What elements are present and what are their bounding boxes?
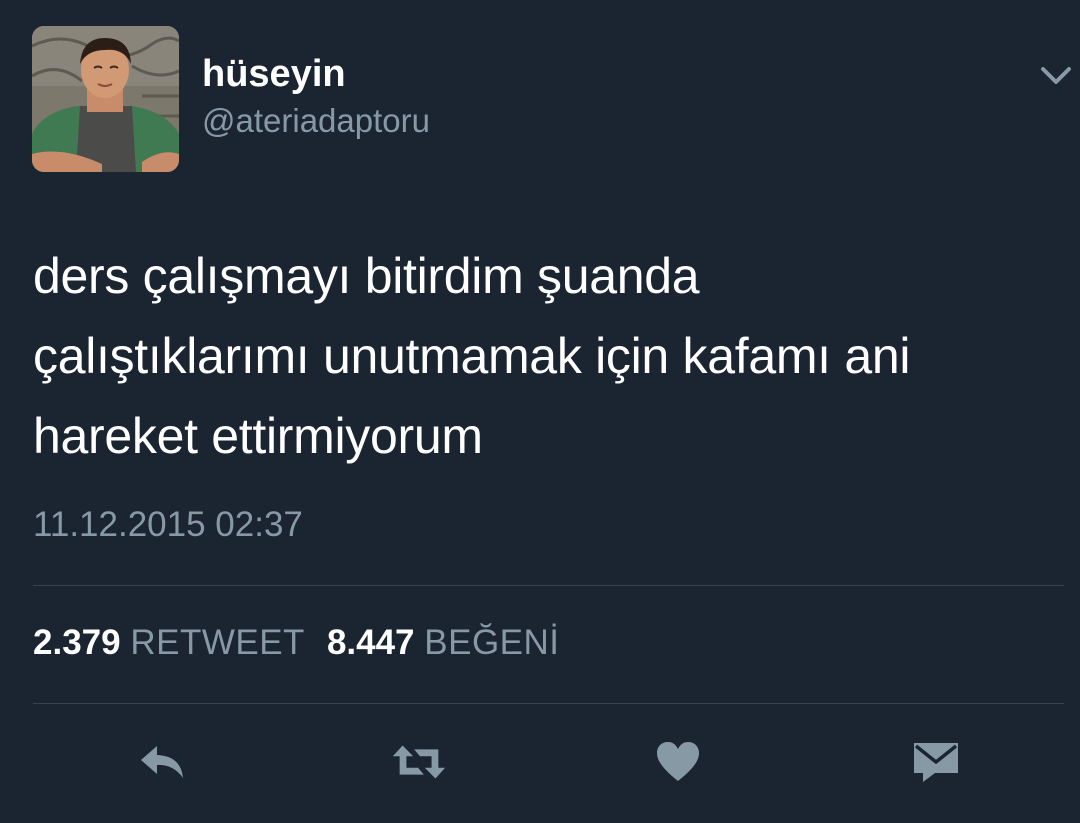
avatar-image (32, 26, 179, 172)
retweet-count[interactable]: 2.379 RETWEET (33, 622, 305, 664)
direct-message-button[interactable] (906, 735, 966, 789)
envelope-icon (914, 743, 958, 782)
tweet-timestamp[interactable]: 11.12.2015 02:37 (33, 504, 303, 546)
avatar[interactable] (32, 26, 179, 172)
tweet-text-line: ders çalışmayı bitirdim şuanda (33, 248, 700, 304)
tweet-text-line: çalıştıklarımı unutmamak için kafamı ani (33, 328, 911, 384)
retweet-count-label: RETWEET (130, 623, 305, 662)
chevron-down-icon[interactable] (1036, 60, 1076, 94)
retweet-icon (392, 745, 446, 779)
divider (33, 585, 1064, 586)
like-count-value: 8.447 (326, 623, 415, 662)
reply-icon (141, 746, 183, 778)
user-handle[interactable]: @ateriadaptoru (202, 101, 430, 141)
retweet-button[interactable] (389, 735, 449, 789)
display-name[interactable]: hüseyin (202, 52, 346, 96)
like-count[interactable]: 8.447 BEĞENİ (327, 622, 560, 664)
reply-button[interactable] (133, 735, 193, 789)
heart-icon (657, 742, 699, 781)
tweet-text: ders çalışmayı bitirdim şuanda çalıştıkl… (33, 236, 1043, 476)
like-count-label: BEĞENİ (424, 623, 560, 662)
tweet-card: hüseyin @ateriadaptoru ders çalışmayı bi… (0, 0, 1080, 823)
tweet-text-line: hareket ettirmiyorum (33, 408, 483, 464)
divider (33, 703, 1064, 704)
tweet-stats: 2.379 RETWEET 8.447 BEĞENİ (33, 622, 560, 664)
retweet-count-value: 2.379 (33, 623, 121, 662)
like-button[interactable] (648, 735, 708, 789)
